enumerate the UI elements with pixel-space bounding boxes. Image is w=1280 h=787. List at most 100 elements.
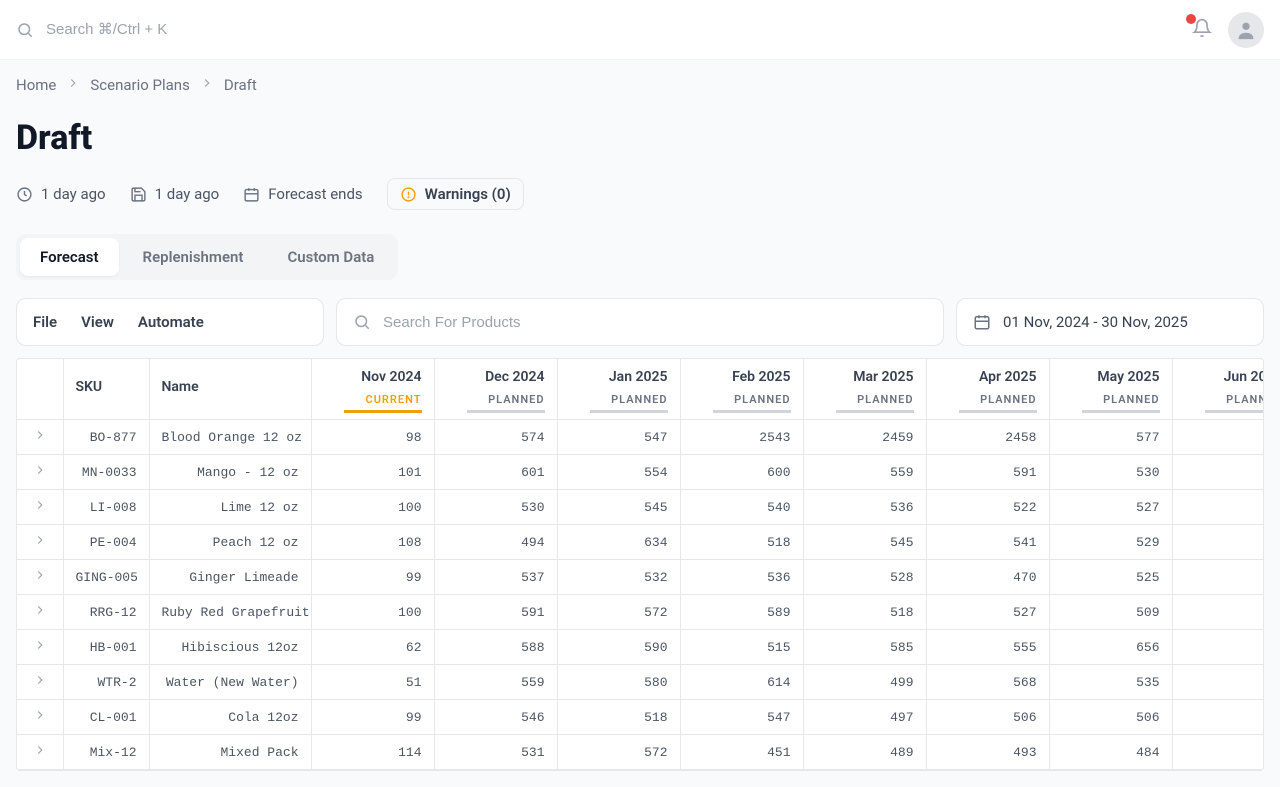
cell-name[interactable]: Ruby Red Grapefruit bbox=[149, 595, 311, 630]
cell-value[interactable]: 536 bbox=[803, 490, 926, 525]
cell-value[interactable]: 518 bbox=[557, 700, 680, 735]
header-month-4[interactable]: Mar 2025PLANNED bbox=[803, 359, 926, 420]
cell-value[interactable]: 101 bbox=[311, 455, 434, 490]
header-month-5[interactable]: Apr 2025PLANNED bbox=[926, 359, 1049, 420]
cell-value[interactable]: 518 bbox=[803, 595, 926, 630]
cell-value[interactable]: 532 bbox=[557, 560, 680, 595]
cell-name[interactable]: Hibiscious 12oz bbox=[149, 630, 311, 665]
cell-value[interactable]: 62 bbox=[311, 630, 434, 665]
tab-custom-data[interactable]: Custom Data bbox=[267, 238, 394, 276]
cell-name[interactable]: Mixed Pack bbox=[149, 735, 311, 770]
cell-value[interactable]: 451 bbox=[680, 735, 803, 770]
cell-value[interactable]: 541 bbox=[926, 525, 1049, 560]
cell-value[interactable]: 52 bbox=[1172, 665, 1264, 700]
cell-sku[interactable]: CL-001 bbox=[63, 700, 149, 735]
cell-value[interactable]: 98 bbox=[311, 420, 434, 455]
cell-value[interactable]: 531 bbox=[434, 735, 557, 770]
cell-value[interactable]: 100 bbox=[311, 490, 434, 525]
cell-value[interactable]: 537 bbox=[434, 560, 557, 595]
cell-value[interactable]: 49 bbox=[1172, 630, 1264, 665]
cell-name[interactable]: Blood Orange 12 oz bbox=[149, 420, 311, 455]
cell-value[interactable]: 535 bbox=[1049, 665, 1172, 700]
cell-sku[interactable]: WTR-2 bbox=[63, 665, 149, 700]
cell-value[interactable]: 51 bbox=[311, 665, 434, 700]
global-search[interactable] bbox=[16, 21, 1192, 39]
cell-value[interactable]: 489 bbox=[803, 735, 926, 770]
cell-value[interactable]: 114 bbox=[311, 735, 434, 770]
cell-value[interactable]: 591 bbox=[926, 455, 1049, 490]
expand-row-button[interactable] bbox=[17, 665, 63, 700]
cell-value[interactable]: 499 bbox=[803, 665, 926, 700]
cell-value[interactable]: 600 bbox=[680, 455, 803, 490]
cell-value[interactable]: 527 bbox=[1049, 490, 1172, 525]
tab-forecast[interactable]: Forecast bbox=[20, 238, 119, 276]
global-search-input[interactable] bbox=[46, 21, 346, 38]
cell-value[interactable]: 108 bbox=[311, 525, 434, 560]
header-month-0[interactable]: Nov 2024CURRENT bbox=[311, 359, 434, 420]
cell-sku[interactable]: PE-004 bbox=[63, 525, 149, 560]
cell-sku[interactable]: LI-008 bbox=[63, 490, 149, 525]
cell-sku[interactable]: BO-877 bbox=[63, 420, 149, 455]
expand-row-button[interactable] bbox=[17, 560, 63, 595]
cell-value[interactable]: 530 bbox=[434, 490, 557, 525]
cell-value[interactable]: 656 bbox=[1049, 630, 1172, 665]
cell-value[interactable]: 46 bbox=[1172, 735, 1264, 770]
expand-row-button[interactable] bbox=[17, 525, 63, 560]
expand-row-button[interactable] bbox=[17, 595, 63, 630]
cell-value[interactable]: 484 bbox=[1049, 735, 1172, 770]
cell-value[interactable]: 547 bbox=[680, 700, 803, 735]
cell-value[interactable]: 577 bbox=[1049, 420, 1172, 455]
cell-sku[interactable]: RRG-12 bbox=[63, 595, 149, 630]
cell-value[interactable]: 546 bbox=[434, 700, 557, 735]
cell-value[interactable]: 530 bbox=[1049, 455, 1172, 490]
cell-value[interactable]: 527 bbox=[926, 595, 1049, 630]
cell-value[interactable]: 536 bbox=[680, 560, 803, 595]
cell-value[interactable]: 52 bbox=[1172, 595, 1264, 630]
cell-value[interactable]: 515 bbox=[680, 630, 803, 665]
cell-sku[interactable]: HB-001 bbox=[63, 630, 149, 665]
cell-value[interactable]: 522 bbox=[926, 490, 1049, 525]
cell-value[interactable]: 100 bbox=[311, 595, 434, 630]
cell-value[interactable]: 60 bbox=[1172, 455, 1264, 490]
cell-value[interactable]: 572 bbox=[557, 595, 680, 630]
cell-sku[interactable]: GING-005 bbox=[63, 560, 149, 595]
product-search-input[interactable] bbox=[383, 314, 927, 331]
cell-name[interactable]: Water (New Water) bbox=[149, 665, 311, 700]
cell-name[interactable]: Mango - 12 oz bbox=[149, 455, 311, 490]
cell-value[interactable]: 2458 bbox=[926, 420, 1049, 455]
warnings-button[interactable]: Warnings (0) bbox=[387, 178, 524, 210]
cell-value[interactable]: 589 bbox=[680, 595, 803, 630]
cell-value[interactable]: 588 bbox=[434, 630, 557, 665]
tab-replenishment[interactable]: Replenishment bbox=[123, 238, 264, 276]
menu-automate[interactable]: Automate bbox=[138, 313, 204, 331]
cell-value[interactable]: 493 bbox=[926, 735, 1049, 770]
cell-value[interactable]: 50 bbox=[1172, 700, 1264, 735]
cell-sku[interactable]: Mix-12 bbox=[63, 735, 149, 770]
cell-name[interactable]: Lime 12 oz bbox=[149, 490, 311, 525]
product-search[interactable] bbox=[336, 298, 944, 346]
cell-value[interactable]: 601 bbox=[434, 455, 557, 490]
menu-file[interactable]: File bbox=[33, 313, 57, 331]
cell-value[interactable]: 547 bbox=[557, 420, 680, 455]
cell-value[interactable]: 506 bbox=[926, 700, 1049, 735]
header-sku[interactable]: SKU bbox=[63, 359, 149, 420]
cell-value[interactable]: 525 bbox=[1049, 560, 1172, 595]
cell-value[interactable]: 559 bbox=[434, 665, 557, 700]
expand-row-button[interactable] bbox=[17, 420, 63, 455]
cell-value[interactable]: 506 bbox=[1049, 700, 1172, 735]
cell-value[interactable]: 56 bbox=[1172, 490, 1264, 525]
avatar[interactable] bbox=[1228, 12, 1264, 48]
date-range-picker[interactable]: 01 Nov, 2024 - 30 Nov, 2025 bbox=[956, 298, 1264, 346]
cell-value[interactable]: 585 bbox=[803, 630, 926, 665]
breadcrumb-home[interactable]: Home bbox=[16, 76, 56, 94]
cell-value[interactable]: 555 bbox=[926, 630, 1049, 665]
cell-value[interactable]: 540 bbox=[680, 490, 803, 525]
cell-value[interactable]: 545 bbox=[557, 490, 680, 525]
cell-sku[interactable]: MN-0033 bbox=[63, 455, 149, 490]
cell-value[interactable]: 572 bbox=[557, 735, 680, 770]
cell-value[interactable]: 554 bbox=[557, 455, 680, 490]
header-month-2[interactable]: Jan 2025PLANNED bbox=[557, 359, 680, 420]
header-month-3[interactable]: Feb 2025PLANNED bbox=[680, 359, 803, 420]
cell-value[interactable]: 470 bbox=[926, 560, 1049, 595]
cell-value[interactable]: 53 bbox=[1172, 420, 1264, 455]
